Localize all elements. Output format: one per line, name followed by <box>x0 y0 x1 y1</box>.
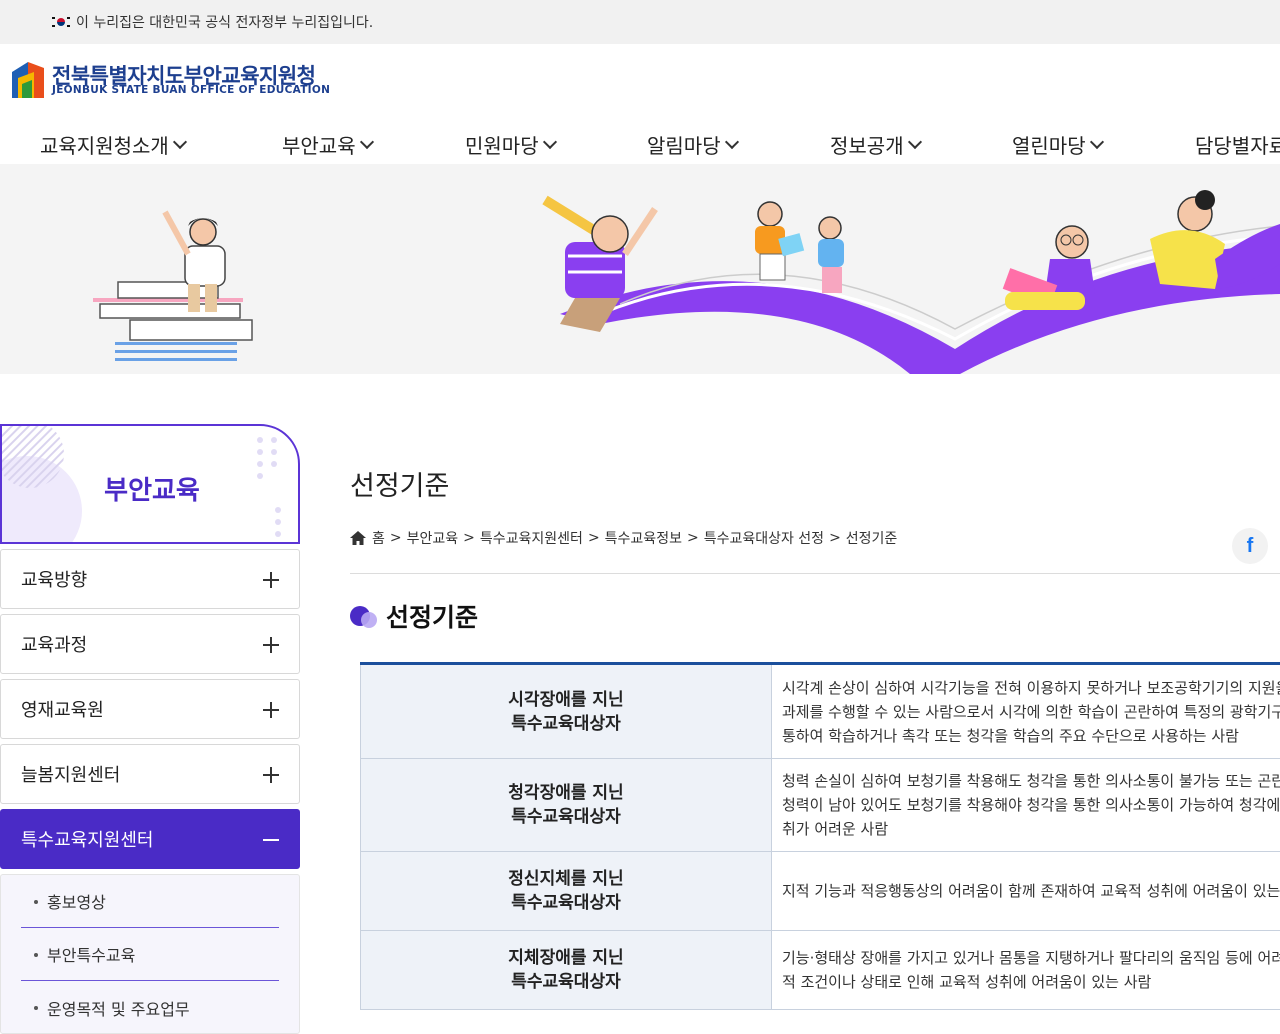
office-logo-icon[interactable] <box>8 58 48 102</box>
criteria-table: 시각장애를 지닌 특수교육대상자 시각계 손상이 심하여 시각기능을 전혀 이용하… <box>360 662 1280 1010</box>
page-title: 선정기준 <box>350 471 450 502</box>
main-nav: 교육지원청소개 부안교육 민원마당 알림마당 정보공개 열린마당 담당별자료 <box>0 114 1280 164</box>
minus-icon <box>263 839 279 841</box>
plus-icon <box>263 767 279 783</box>
chevron-down-icon <box>542 134 557 149</box>
sidebar-header: 부안교육 <box>0 424 300 544</box>
table-cell: 지적 기능과 적응행동상의 어려움이 함께 존재하여 교육적 성취에 어려움이 … <box>782 882 1280 900</box>
table-cell: 기능·형태상 장애를 가지고 있거나 몸통을 지탱하거나 팔다리의 움직임 등에… <box>782 949 1280 991</box>
chevron-down-icon <box>724 134 739 149</box>
sidebar-item-neulbom[interactable]: 늘봄지원센터 <box>0 744 300 804</box>
table-row: 청각장애를 지닌 특수교육대상자 청력 손실이 심하여 보청기를 착용해도 청각을… <box>360 759 1280 852</box>
section-title: 선정기준 <box>386 603 479 632</box>
plus-icon <box>263 572 279 588</box>
nav-item-civil[interactable]: 민원마당 <box>465 130 557 159</box>
sidebar-submenu: 홍보영상 부안특수교육 운영목적 및 주요업무 <box>0 874 300 1034</box>
girl-glasses-illustration <box>1002 225 1095 310</box>
sidebar-item-gifted[interactable]: 영재교육원 <box>0 679 300 739</box>
table-row-header: 지체장애를 지닌 특수교육대상자 <box>360 931 772 1009</box>
section-heading: 선정기준 <box>350 598 478 634</box>
chevron-down-icon <box>172 134 187 149</box>
breadcrumb-home[interactable]: 홈 <box>372 528 385 548</box>
chevron-down-icon <box>907 134 922 149</box>
submenu-item-buan-special[interactable]: 부안특수교육 <box>21 928 279 981</box>
breadcrumb-current: 선정기준 <box>845 531 898 547</box>
gov-notice-bar: 이 누리집은 대한민국 공식 전자정부 누리집입니다. <box>0 0 1280 44</box>
table-row-header: 시각장애를 지닌 특수교육대상자 <box>360 665 772 758</box>
nav-item-buan-education[interactable]: 부안교육 <box>282 130 374 159</box>
submenu-item-purpose[interactable]: 운영목적 및 주요업무 <box>21 981 279 1033</box>
nav-item-open[interactable]: 열린마당 <box>1012 130 1104 159</box>
content-divider <box>350 573 1280 574</box>
nav-item-notice[interactable]: 알림마당 <box>647 130 739 159</box>
table-row: 시각장애를 지닌 특수교육대상자 시각계 손상이 심하여 시각기능을 전혀 이용하… <box>360 665 1280 759</box>
sidebar-title: 부안교육 <box>104 476 200 506</box>
hero-banner <box>0 164 1280 374</box>
table-row: 정신지체를 지닌 특수교육대상자 지적 기능과 적응행동상의 어려움이 함께 존재… <box>360 852 1280 931</box>
sidebar-item-special-education[interactable]: 특수교육지원센터 <box>0 809 300 869</box>
org-name-en: JEONBUK STATE BUAN OFFICE OF EDUCATION <box>52 84 331 96</box>
nav-item-disclosure[interactable]: 정보공개 <box>830 130 922 159</box>
facebook-icon: f <box>1246 534 1254 557</box>
breadcrumb-item[interactable]: 부안교육 <box>407 528 459 548</box>
plus-icon <box>263 637 279 653</box>
table-cell: 시각계 손상이 심하여 시각기능을 전혀 이용하지 못하거나 보조공학기기의 지… <box>782 678 1280 745</box>
nav-item-resources[interactable]: 담당별자료 <box>1195 130 1280 159</box>
submenu-item-video[interactable]: 홍보영상 <box>21 875 279 928</box>
breadcrumb-item[interactable]: 특수교육정보 <box>605 528 682 548</box>
table-row: 지체장애를 지닌 특수교육대상자 기능·형태상 장애를 가지고 있거나 몸통을 지… <box>360 931 1280 1010</box>
site-header: 전북특별자치도부안교육지원청 JEONBUK STATE BUAN OFFICE… <box>0 44 1280 114</box>
kids-reading-illustration <box>755 201 844 293</box>
girl-yellow-illustration <box>1150 190 1280 289</box>
table-row-header: 청각장애를 지닌 특수교육대상자 <box>360 759 772 851</box>
bullet-circles-icon <box>350 604 378 628</box>
home-icon[interactable] <box>350 531 366 545</box>
gov-notice-text: 이 누리집은 대한민국 공식 전자정부 누리집입니다. <box>76 15 374 31</box>
breadcrumb: 홈 > 부안교육 > 특수교육지원센터 > 특수교육정보 > 특수교육대상자 선정 > 선… <box>350 528 897 548</box>
book-stack-illustration <box>93 281 253 361</box>
breadcrumb-item[interactable]: 특수교육지원센터 <box>480 528 583 548</box>
table-row-header: 정신지체를 지닌 특수교육대상자 <box>360 852 772 930</box>
chevron-down-icon <box>359 134 374 149</box>
breadcrumb-item[interactable]: 특수교육대상자 선정 <box>704 528 824 548</box>
korea-flag-icon <box>52 16 70 28</box>
facebook-share-button[interactable]: f <box>1232 528 1268 564</box>
sidebar-item-curriculum[interactable]: 교육과정 <box>0 614 300 674</box>
sidebar: 부안교육 교육방향 교육과정 영재교육원 늘봄지원센터 특수교육지원센터 홍보영… <box>0 424 300 1034</box>
sidebar-item-education-direction[interactable]: 교육방향 <box>0 549 300 609</box>
nav-item-intro[interactable]: 교육지원청소개 <box>40 130 187 159</box>
children-reading-illustration <box>93 190 1280 374</box>
table-cell: 청력 손실이 심하여 보청기를 착용해도 청각을 통한 의사소통이 불가능 또는… <box>782 772 1280 838</box>
plus-icon <box>263 702 279 718</box>
chevron-down-icon <box>1089 134 1104 149</box>
